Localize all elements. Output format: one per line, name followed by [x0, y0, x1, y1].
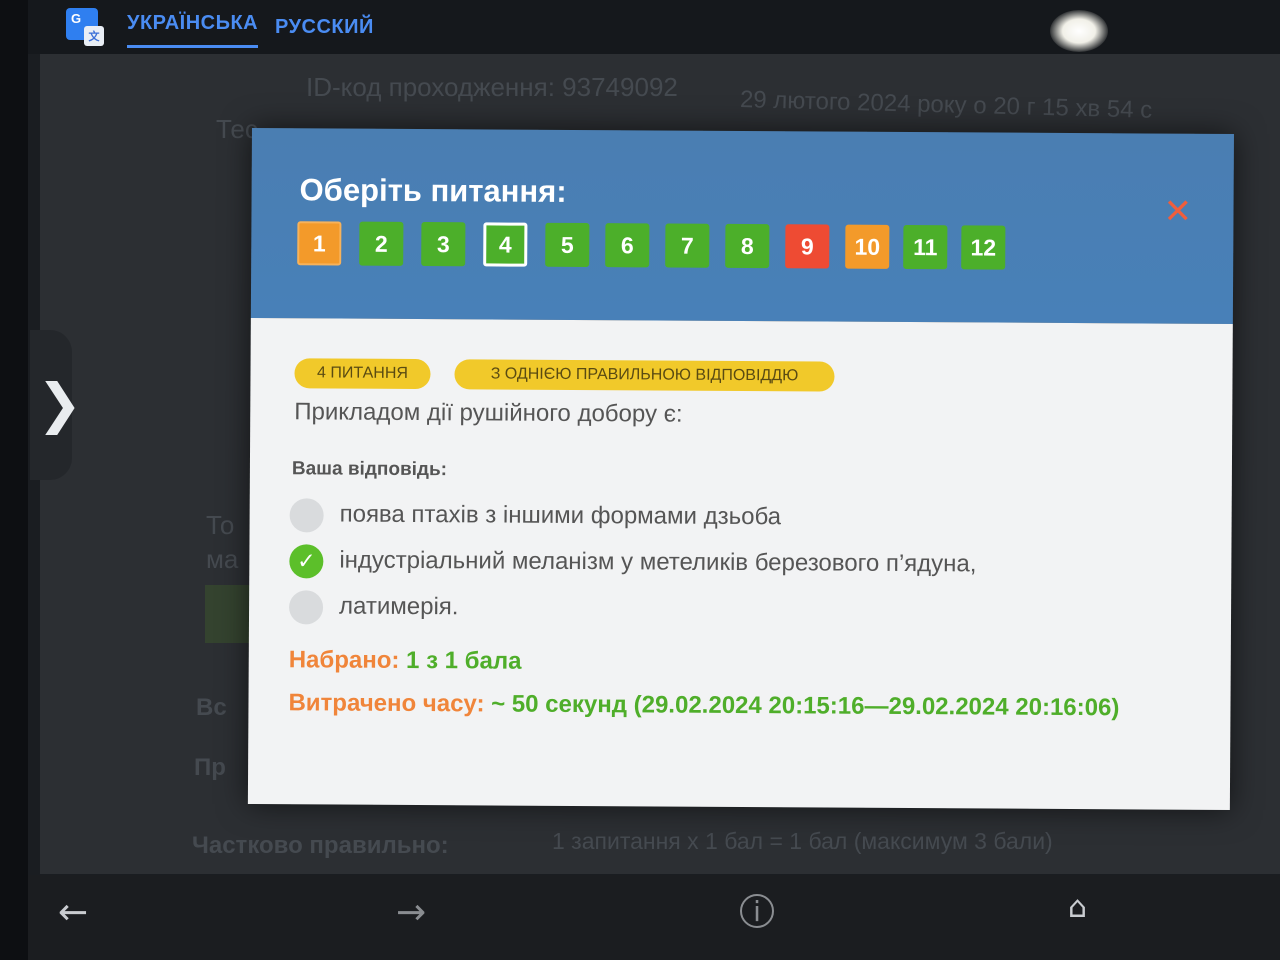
score-label: Набрано: [288, 646, 400, 674]
all-label: Вс [196, 694, 227, 721]
radio-unselected-icon [289, 498, 324, 533]
correct-label: Пр [194, 754, 226, 781]
arrow-left-icon[interactable]: ← [58, 892, 88, 933]
score-line: Набрано: 1 з 1 бала [289, 646, 522, 675]
answer-option: латимерія. [338, 592, 459, 621]
question-number-button[interactable]: 8 [725, 223, 770, 269]
question-number-button[interactable]: 2 [359, 221, 404, 266]
answer-option: поява птахів з іншими формами дзьоба [339, 500, 782, 531]
question-number-button[interactable]: 10 [845, 224, 890, 269]
close-icon[interactable]: ✕ [1163, 192, 1192, 232]
time-label: Витрачено часу: [288, 689, 485, 718]
question-number-button[interactable]: 11 [903, 224, 948, 270]
translate-sub-icon: 文 [84, 26, 104, 46]
question-number-button[interactable]: 3 [421, 222, 466, 267]
chevron-right-icon[interactable]: ❯ [37, 372, 82, 435]
question-number-button[interactable]: 9 [785, 224, 830, 269]
radio-unselected-icon [288, 590, 324, 625]
check-circle-icon: ✓ [289, 544, 324, 579]
arrow-right-icon[interactable]: → [396, 892, 426, 933]
left-fragment-1: То [206, 510, 235, 540]
home-icon[interactable]: ⌂ [1068, 890, 1087, 925]
question-text: Прикладом дії рушійного добору є: [294, 398, 683, 428]
question-number-button[interactable]: 1 [297, 221, 342, 266]
info-icon[interactable]: i [740, 894, 774, 928]
tab-ukrainian[interactable]: УКРАЇНСЬКА [127, 12, 259, 48]
partial-value: 1 запитання х 1 бал = 1 бал (максимум 3 … [552, 828, 1053, 854]
left-fragment-2: ма [206, 544, 239, 574]
question-number-button-current[interactable]: 4 [483, 222, 528, 267]
partial-label: Частково правильно: [192, 832, 449, 859]
question-number-button[interactable]: 6 [605, 223, 650, 268]
modal-title: Оберіть питання: [299, 172, 567, 209]
pass-id: ID-код проходження: 93749092 [306, 72, 678, 102]
question-number-button[interactable]: 5 [545, 222, 590, 268]
browser-bottom-nav [28, 875, 1280, 960]
screen-glare [1050, 10, 1108, 52]
question-number-badge: 4 ПИТАННЯ [294, 358, 431, 390]
time-line: Витрачено часу: ~ 50 секунд (29.02.2024 … [288, 686, 1128, 725]
question-select-modal: Оберіть питання: ✕ 1 2 3 4 5 6 7 8 9 10 … [247, 128, 1234, 810]
score-value: 1 з 1 бала [406, 646, 522, 675]
modal-header: Оберіть питання: ✕ 1 2 3 4 5 6 7 8 9 10 … [250, 128, 1234, 324]
tab-russian[interactable]: РУССКИЙ [275, 16, 374, 39]
question-number-button[interactable]: 7 [665, 223, 710, 268]
question-number-button[interactable]: 12 [961, 225, 1006, 270]
google-translate-icon[interactable]: G文 [66, 8, 104, 46]
question-type-badge: З ОДНІЄЮ ПРАВИЛЬНОЮ ВІДПОВІДДЮ [454, 359, 835, 392]
time-value: ~ 50 секунд (29.02.2024 20:15:16—29.02.2… [491, 690, 1120, 722]
answer-option-selected: індустріальний меланізм у метеликів бере… [339, 546, 977, 578]
answer-label: Ваша відповідь: [291, 458, 448, 481]
